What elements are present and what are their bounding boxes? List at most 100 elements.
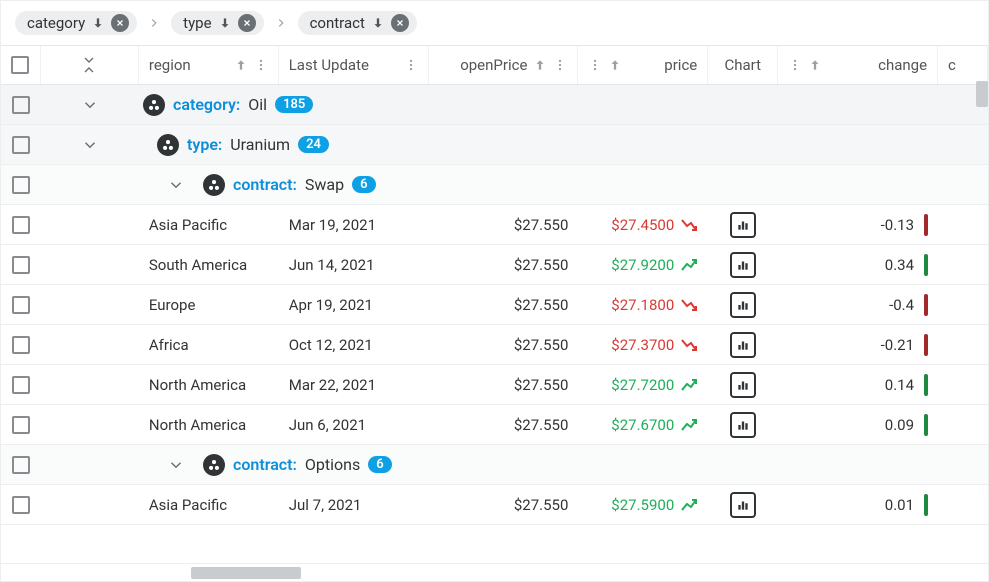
group-row[interactable]: contract: Swap 6 xyxy=(1,165,988,205)
column-header-last-update[interactable]: Last Update xyxy=(279,46,429,84)
chart-button[interactable] xyxy=(730,212,756,238)
group-pill-contract[interactable]: contract xyxy=(298,11,417,35)
table-row[interactable]: Europe Apr 19, 2021 $27.550 $27.1800 -0.… xyxy=(1,285,988,325)
arrow-up-icon[interactable] xyxy=(808,58,822,72)
table-row[interactable]: Asia Pacific Jul 7, 2021 $27.550 $27.590… xyxy=(1,485,988,525)
chart-button[interactable] xyxy=(730,372,756,398)
table-row[interactable]: Asia Pacific Mar 19, 2021 $27.550 $27.45… xyxy=(1,205,988,245)
change-bar xyxy=(924,374,928,396)
cell-change: 0.01 xyxy=(778,494,938,516)
checkbox-icon[interactable] xyxy=(12,96,30,114)
change-value: 0.34 xyxy=(885,256,914,274)
cell-chart xyxy=(708,412,778,438)
arrow-down-icon xyxy=(371,16,385,30)
kebab-icon[interactable] xyxy=(254,58,268,72)
vertical-scrollbar[interactable] xyxy=(976,81,988,107)
chart-button[interactable] xyxy=(730,292,756,318)
cell-open-price: $27.550 xyxy=(429,376,579,394)
cell-open-price: $27.550 xyxy=(429,496,579,514)
chart-button[interactable] xyxy=(730,492,756,518)
column-header-open-price[interactable]: openPrice xyxy=(429,46,579,84)
column-header-region[interactable]: region xyxy=(139,46,279,84)
cell-chart xyxy=(708,372,778,398)
cell-price: $27.3700 xyxy=(578,336,708,354)
group-pill-label: category xyxy=(27,14,85,32)
checkbox-icon[interactable] xyxy=(12,376,30,394)
column-header-next[interactable]: c xyxy=(938,46,988,84)
select-all-header[interactable] xyxy=(1,46,41,84)
group-value: Options xyxy=(305,455,360,474)
horizontal-scrollbar[interactable] xyxy=(1,563,988,581)
grid-body[interactable]: category: Oil 185 type: Uranium 24 contr… xyxy=(1,85,988,563)
kebab-icon[interactable] xyxy=(553,58,567,72)
chevron-down-icon[interactable] xyxy=(167,456,185,474)
chart-button[interactable] xyxy=(730,412,756,438)
chart-button[interactable] xyxy=(730,252,756,278)
trend-icon xyxy=(680,418,698,432)
chart-button[interactable] xyxy=(730,332,756,358)
price-value: $27.9200 xyxy=(611,256,674,274)
chevron-down-icon[interactable] xyxy=(167,176,185,194)
cell-region: North America xyxy=(139,376,279,394)
table-row[interactable]: South America Jun 14, 2021 $27.550 $27.9… xyxy=(1,245,988,285)
table-row[interactable]: Africa Oct 12, 2021 $27.550 $27.3700 -0.… xyxy=(1,325,988,365)
chevron-up-icon xyxy=(81,65,97,75)
chevron-down-icon xyxy=(81,55,97,65)
change-value: 0.14 xyxy=(885,376,914,394)
checkbox-icon[interactable] xyxy=(12,296,30,314)
cell-last-update: Mar 22, 2021 xyxy=(279,376,429,394)
change-value: -0.4 xyxy=(889,296,914,314)
column-header-change[interactable]: change xyxy=(778,46,938,84)
arrow-up-icon[interactable] xyxy=(234,58,248,72)
change-bar xyxy=(924,414,928,436)
checkbox-icon[interactable] xyxy=(12,456,30,474)
group-row[interactable]: contract: Options 6 xyxy=(1,445,988,485)
group-pill-type[interactable]: type xyxy=(171,11,263,35)
table-row[interactable]: North America Jun 6, 2021 $27.550 $27.67… xyxy=(1,405,988,445)
trend-icon xyxy=(680,258,698,272)
kebab-icon[interactable] xyxy=(788,58,802,72)
group-row[interactable]: type: Uranium 24 xyxy=(1,125,988,165)
arrow-down-icon xyxy=(218,16,232,30)
change-value: 0.09 xyxy=(885,416,914,434)
close-icon[interactable] xyxy=(111,14,129,32)
cell-price: $27.5900 xyxy=(578,496,708,514)
checkbox-icon[interactable] xyxy=(12,256,30,274)
change-value: 0.01 xyxy=(885,496,914,514)
checkbox-icon[interactable] xyxy=(12,216,30,234)
checkbox-icon[interactable] xyxy=(12,336,30,354)
price-value: $27.4500 xyxy=(611,216,674,234)
arrow-up-icon[interactable] xyxy=(608,58,622,72)
column-header-price[interactable]: price xyxy=(578,46,708,84)
cell-last-update: Jul 7, 2021 xyxy=(279,496,429,514)
chevron-down-icon[interactable] xyxy=(81,96,99,114)
checkbox-icon[interactable] xyxy=(12,496,30,514)
trend-icon xyxy=(680,378,698,392)
table-row[interactable]: North America Mar 22, 2021 $27.550 $27.7… xyxy=(1,365,988,405)
close-icon[interactable] xyxy=(238,14,256,32)
group-pill-label: contract xyxy=(310,14,365,32)
column-label: region xyxy=(149,56,191,74)
expand-all-header[interactable] xyxy=(41,46,139,84)
trend-icon xyxy=(680,338,698,352)
close-icon[interactable] xyxy=(391,14,409,32)
cell-chart xyxy=(708,212,778,238)
cell-open-price: $27.550 xyxy=(429,216,579,234)
kebab-icon[interactable] xyxy=(588,58,602,72)
checkbox-icon[interactable] xyxy=(12,136,30,154)
group-node-icon xyxy=(203,454,225,476)
checkbox-icon[interactable] xyxy=(11,56,29,74)
group-row[interactable]: category: Oil 185 xyxy=(1,85,988,125)
column-label: c xyxy=(948,56,956,74)
chevron-down-icon[interactable] xyxy=(81,136,99,154)
group-node-icon xyxy=(143,94,165,116)
arrow-up-icon[interactable] xyxy=(533,58,547,72)
checkbox-icon[interactable] xyxy=(12,416,30,434)
trend-icon xyxy=(680,298,698,312)
group-pill-category[interactable]: category xyxy=(15,11,137,35)
checkbox-icon[interactable] xyxy=(12,176,30,194)
price-value: $27.1800 xyxy=(611,296,674,314)
column-label: change xyxy=(878,56,927,74)
kebab-icon[interactable] xyxy=(404,58,418,72)
column-header-chart[interactable]: Chart xyxy=(708,46,778,84)
